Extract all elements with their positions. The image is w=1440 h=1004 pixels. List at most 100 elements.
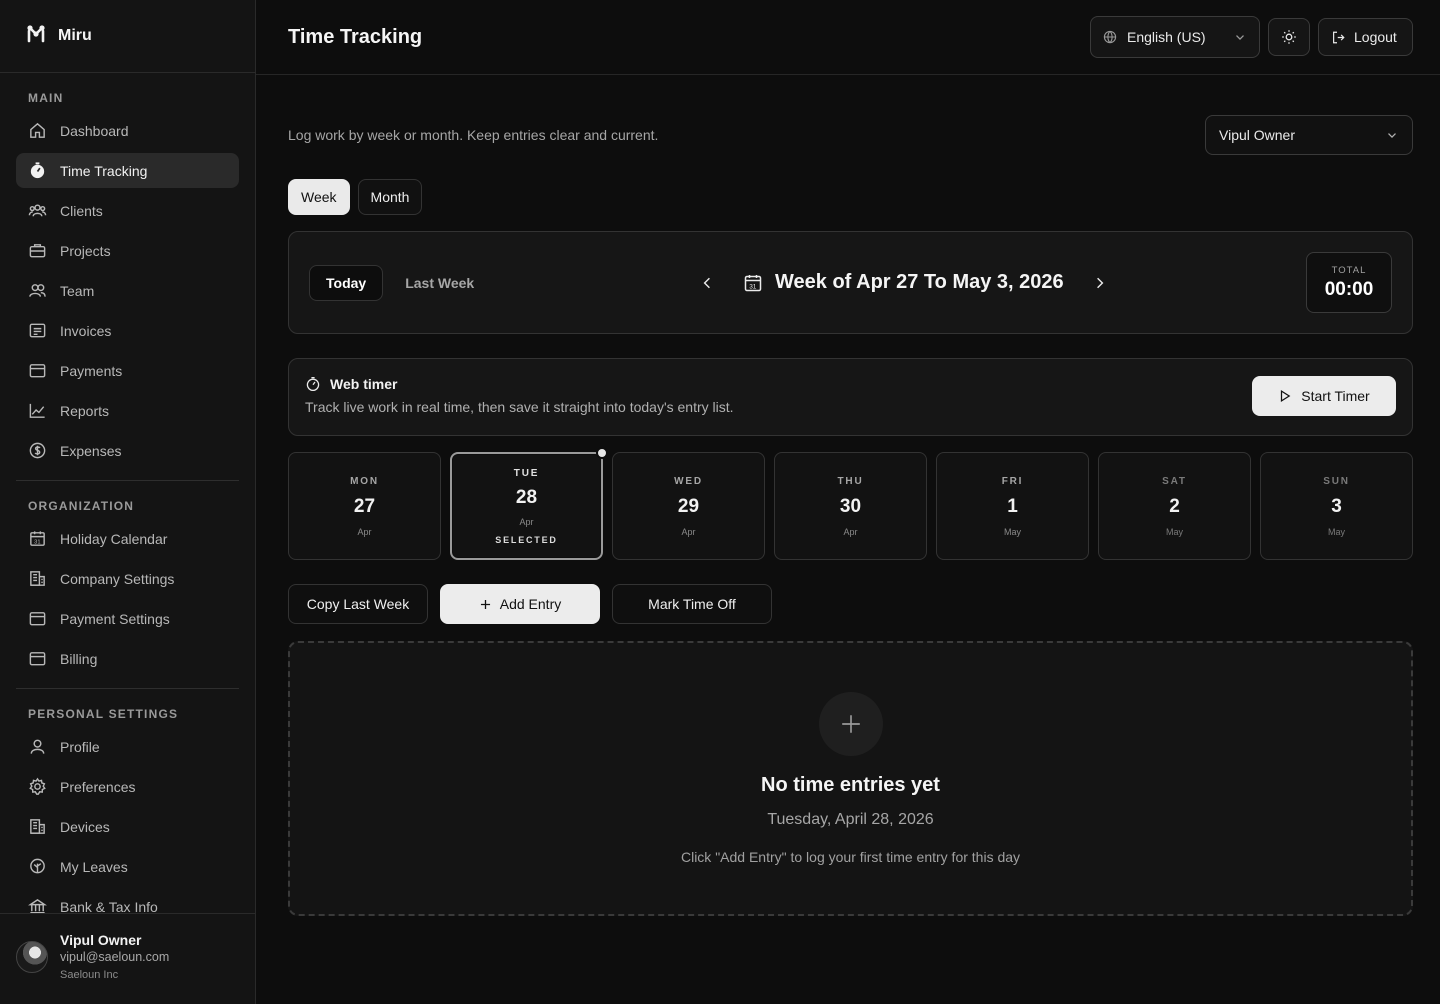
day-number: 28	[515, 486, 538, 508]
day-number: 3	[1331, 495, 1342, 517]
empty-hint: Click "Add Entry" to log your first time…	[680, 849, 1021, 865]
today-button[interactable]: Today	[309, 264, 384, 301]
selected-label: SELECTED	[495, 534, 558, 545]
day-name: MON	[350, 475, 379, 487]
next-week-button[interactable]	[1090, 273, 1110, 293]
theme-toggle-button[interactable]	[1268, 18, 1310, 56]
timer-title: Web timer	[330, 376, 398, 392]
sidebar-item-company-settings[interactable]: Company Settings	[16, 561, 239, 596]
sidebar-item-label: Projects	[60, 242, 111, 259]
day-name: SAT	[1162, 475, 1187, 487]
user-name: Vipul Owner	[60, 932, 142, 948]
sidebar-item-label: My Leaves	[60, 858, 128, 875]
plus-icon	[841, 715, 860, 733]
start-timer-button[interactable]: Start Timer	[1252, 376, 1396, 416]
sidebar-item-label: Reports	[60, 402, 110, 419]
users-icon	[28, 204, 47, 217]
stopwatch-icon	[30, 162, 45, 179]
sidebar-item-payments[interactable]: Payments	[16, 353, 239, 388]
add-entry-circle-button[interactable]	[818, 692, 883, 756]
logout-icon	[1333, 31, 1345, 43]
sidebar-item-dashboard[interactable]: Dashboard	[16, 113, 239, 148]
calendar-icon: 31	[30, 531, 45, 546]
user-icon	[30, 739, 45, 754]
day-number: 2	[1169, 495, 1180, 517]
wallet-icon	[29, 652, 46, 666]
brand[interactable]: Miru	[0, 0, 255, 73]
sidebar-item-devices[interactable]: Devices	[16, 809, 239, 844]
day-month: Apr	[681, 526, 696, 537]
calendar-icon: 31	[743, 273, 763, 293]
day-number: 27	[353, 495, 376, 517]
day-selector: MON 27 Apr TUE 28 Apr SELECTED WED 29 Ap…	[288, 447, 1413, 560]
sidebar-divider	[16, 688, 239, 689]
chevron-down-icon	[1388, 133, 1396, 138]
sidebar-item-reports[interactable]: Reports	[16, 393, 239, 428]
day-card-thu[interactable]: THU 30 Apr	[774, 452, 927, 560]
day-number: 29	[677, 495, 700, 517]
subtitle-row: Log work by week or month. Keep entries …	[288, 115, 1413, 155]
empty-title: No time entries yet	[761, 774, 940, 796]
sidebar-item-invoices[interactable]: Invoices	[16, 313, 239, 348]
app-root: Miru MAIN Dashboard Time Tracking Client…	[0, 0, 1440, 1004]
day-card-fri[interactable]: FRI 1 May	[936, 452, 1089, 560]
tab-month[interactable]: Month	[357, 179, 423, 215]
logout-button[interactable]: Logout	[1318, 18, 1413, 56]
copy-last-week-button[interactable]: Copy Last Week	[288, 584, 428, 624]
sidebar-item-label: Devices	[60, 818, 110, 835]
sidebar-item-payment-settings[interactable]: Payment Settings	[16, 601, 239, 636]
sidebar-item-profile[interactable]: Profile	[16, 729, 239, 764]
language-select[interactable]: English (US)	[1090, 16, 1260, 58]
user-card[interactable]: Vipul Owner vipul@saeloun.com Saeloun In…	[0, 913, 255, 1004]
sidebar-item-label: Invoices	[60, 322, 112, 339]
day-month: Apr	[843, 526, 858, 537]
main-content: Time Tracking English (US) Logout Log wo…	[256, 0, 1440, 1004]
sidebar-item-expenses[interactable]: Expenses	[16, 433, 239, 468]
sidebar-item-preferences[interactable]: Preferences	[16, 769, 239, 804]
top-actions: English (US) Logout	[1090, 16, 1413, 58]
sidebar-divider	[16, 480, 239, 481]
sidebar-item-my-leaves[interactable]: My Leaves	[16, 849, 239, 884]
sidebar: Miru MAIN Dashboard Time Tracking Client…	[0, 0, 256, 1004]
sidebar-item-bank-tax-info[interactable]: Bank & Tax Info	[16, 889, 239, 913]
day-card-sun[interactable]: SUN 3 May	[1260, 452, 1413, 560]
add-entry-button[interactable]: Add Entry	[440, 584, 600, 624]
plus-icon	[480, 599, 490, 609]
day-number: 1	[1007, 495, 1018, 517]
sidebar-item-holiday-calendar[interactable]: 31 Holiday Calendar	[16, 521, 239, 556]
sidebar-item-label: Payments	[60, 362, 123, 379]
miru-logo-icon	[26, 24, 46, 49]
svg-text:31: 31	[749, 283, 757, 290]
timer-title-row: Web timer	[305, 376, 1396, 392]
prev-week-button[interactable]	[697, 273, 717, 293]
sidebar-item-time-tracking[interactable]: Time Tracking	[16, 153, 239, 188]
sidebar-item-label: Expenses	[60, 442, 122, 459]
day-card-mon[interactable]: MON 27 Apr	[288, 452, 441, 560]
day-card-wed[interactable]: WED 29 Apr	[612, 452, 765, 560]
play-icon	[1281, 389, 1291, 403]
sidebar-item-label: Team	[60, 282, 95, 299]
sidebar-item-label: Payment Settings	[60, 610, 170, 627]
svg-text:31: 31	[34, 539, 40, 545]
sidebar-item-team[interactable]: Team	[16, 273, 239, 308]
sidebar-item-label: Bank & Tax Info	[60, 898, 158, 914]
empty-state: No time entries yet Tuesday, April 28, 2…	[288, 641, 1413, 916]
day-month: May	[1003, 526, 1021, 537]
mark-time-off-button[interactable]: Mark Time Off	[612, 584, 772, 624]
sidebar-nav: MAIN Dashboard Time Tracking Clients Pro…	[0, 73, 255, 913]
day-card-tue[interactable]: TUE 28 Apr SELECTED	[450, 447, 608, 560]
last-week-button[interactable]: Last Week	[405, 275, 474, 291]
total-label: TOTAL	[1331, 264, 1367, 276]
page-subtitle: Log work by week or month. Keep entries …	[288, 127, 659, 143]
sidebar-item-projects[interactable]: Projects	[16, 233, 239, 268]
user-select[interactable]: Vipul Owner	[1205, 115, 1413, 155]
tab-week[interactable]: Week	[288, 179, 350, 215]
sidebar-item-clients[interactable]: Clients	[16, 193, 239, 228]
leaf-icon	[30, 858, 45, 874]
sidebar-item-billing[interactable]: Billing	[16, 641, 239, 676]
bank-icon	[28, 898, 47, 913]
day-month: May	[1327, 526, 1345, 537]
sidebar-item-label: Company Settings	[60, 570, 175, 587]
add-entry-label: Add Entry	[499, 596, 562, 612]
day-card-sat[interactable]: SAT 2 May	[1098, 452, 1251, 560]
